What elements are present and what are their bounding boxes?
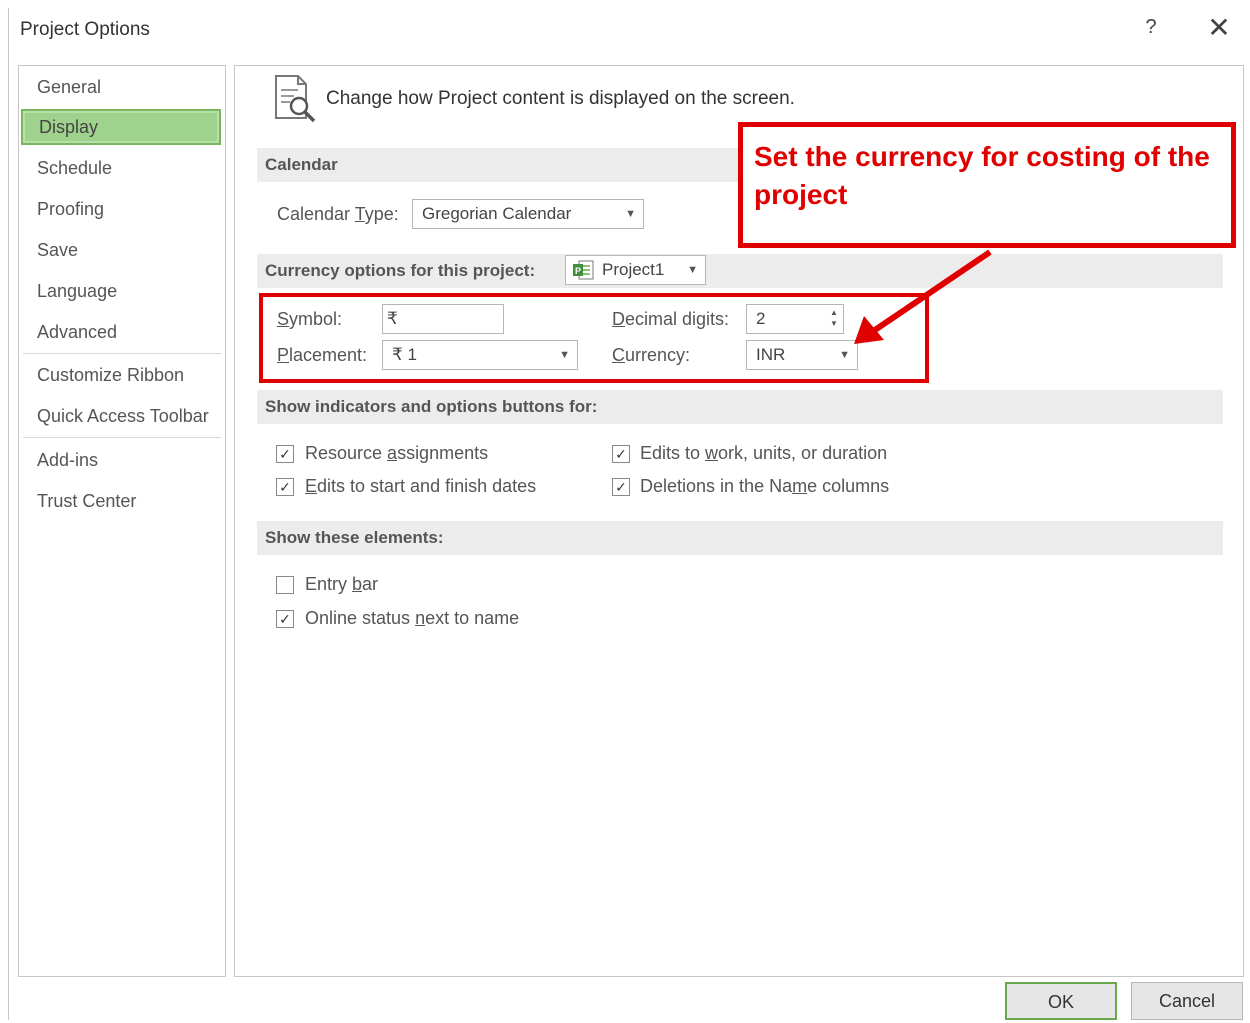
- edits-start-finish-checkbox[interactable]: ✓: [276, 478, 294, 496]
- online-status-checkbox[interactable]: ✓: [276, 610, 294, 628]
- resource-assignments-label: Resource assignments: [305, 443, 489, 463]
- sidebar-item-add-ins[interactable]: Add-ins: [21, 442, 221, 478]
- chevron-down-icon: ▼: [625, 208, 636, 220]
- sidebar-item-general[interactable]: General: [21, 69, 221, 105]
- close-button[interactable]: ✕: [1204, 12, 1234, 44]
- sidebar-item-schedule[interactable]: Schedule: [21, 150, 221, 186]
- deletions-name-columns-label: Deletions in the Name columns: [640, 476, 890, 496]
- online-status-label: Online status next to name: [305, 608, 520, 628]
- cancel-button[interactable]: Cancel: [1131, 982, 1243, 1020]
- resource-assignments-checkbox[interactable]: ✓: [276, 445, 294, 463]
- sidebar-item-proofing[interactable]: Proofing: [21, 191, 221, 227]
- project-file-icon: P: [573, 260, 594, 280]
- document-magnifier-icon: [275, 75, 316, 123]
- sidebar-item-language[interactable]: Language: [21, 273, 221, 309]
- svg-text:P: P: [575, 266, 581, 276]
- entry-bar-label: Entry bar: [305, 574, 379, 594]
- edits-work-units-checkbox[interactable]: ✓: [612, 445, 630, 463]
- sidebar-divider: [23, 437, 221, 438]
- elements-section-header: Show these elements:: [257, 521, 1223, 555]
- annotation-arrow-icon: [854, 249, 992, 344]
- ok-button[interactable]: OK: [1005, 982, 1117, 1020]
- sidebar-item-advanced[interactable]: Advanced: [21, 314, 221, 350]
- page-description: Change how Project content is displayed …: [326, 88, 795, 109]
- annotation-text: Set the currency for costing of the proj…: [754, 141, 1210, 210]
- project-dropdown[interactable]: P Project1 ▼: [565, 255, 706, 285]
- currency-highlight-box: [259, 293, 929, 383]
- chevron-down-icon: ▼: [687, 264, 698, 276]
- calendar-type-dropdown[interactable]: Gregorian Calendar ▼: [412, 199, 644, 229]
- sidebar-item-trust-center[interactable]: Trust Center: [21, 483, 221, 519]
- currency-section-header: Currency options for this project:: [257, 254, 1223, 288]
- edits-work-units-label: Edits to work, units, or duration: [640, 443, 888, 463]
- sidebar-item-display[interactable]: Display: [21, 109, 221, 145]
- deletions-name-columns-checkbox[interactable]: ✓: [612, 478, 630, 496]
- edits-start-finish-label: Edits to start and finish dates: [305, 476, 537, 496]
- close-icon[interactable]: ✕: [1207, 12, 1230, 43]
- indicators-section-header: Show indicators and options buttons for:: [257, 390, 1223, 424]
- sidebar-item-quick-access-toolbar[interactable]: Quick Access Toolbar: [21, 398, 221, 434]
- help-button[interactable]: ?: [1138, 16, 1164, 44]
- sidebar-item-save[interactable]: Save: [21, 232, 221, 268]
- dialog-title: Project Options: [20, 19, 150, 40]
- calendar-type-label: Calendar Type:: [277, 204, 399, 224]
- entry-bar-checkbox[interactable]: [276, 576, 294, 594]
- options-sidebar: General Display Schedule Proofing Save L…: [18, 65, 226, 977]
- sidebar-item-customize-ribbon[interactable]: Customize Ribbon: [21, 357, 221, 393]
- sidebar-divider: [23, 353, 221, 354]
